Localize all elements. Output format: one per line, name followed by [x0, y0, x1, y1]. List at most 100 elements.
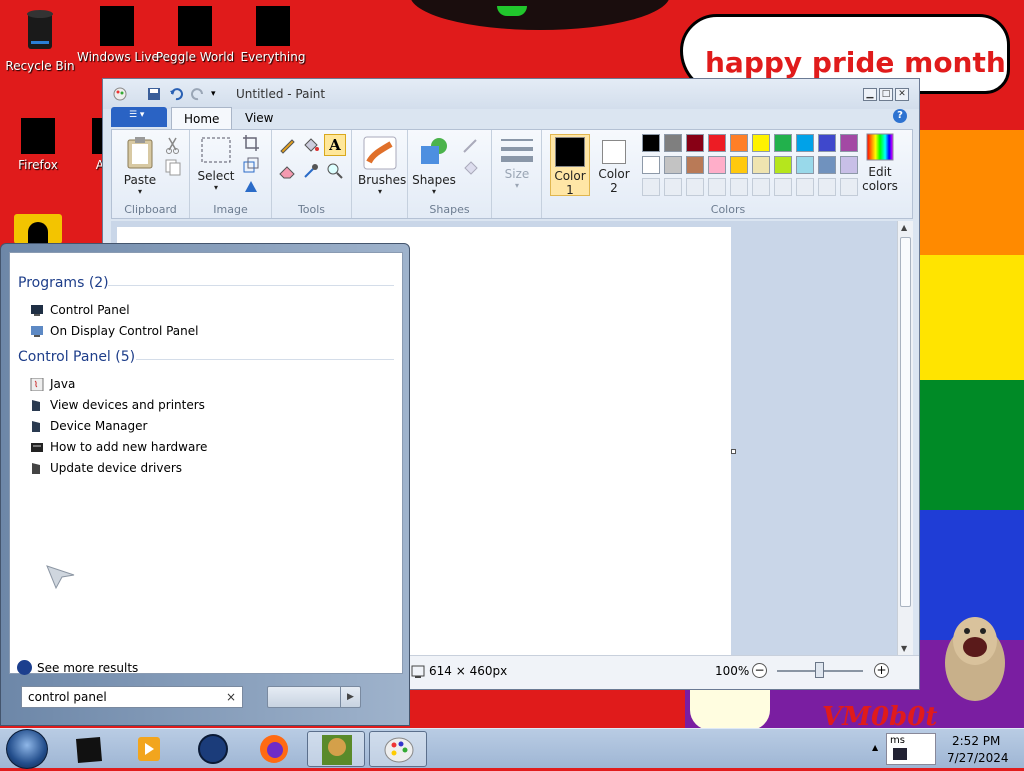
scrollbar-thumb[interactable] [900, 237, 911, 607]
taskbar-app-paint[interactable] [369, 731, 427, 767]
palette-swatch[interactable] [642, 156, 660, 174]
palette-swatch[interactable] [818, 134, 836, 152]
result-on-display-control-panel[interactable]: On Display Control Panel [30, 321, 198, 341]
clock-date[interactable]: 7/27/2024 [947, 751, 1009, 765]
palette-swatch[interactable] [840, 156, 858, 174]
scroll-down-icon[interactable]: ▼ [901, 644, 907, 653]
taskbar-app-globe[interactable] [184, 731, 242, 767]
maximize-button[interactable]: □ [879, 88, 893, 101]
custom-color-slot[interactable] [664, 178, 682, 196]
result-java[interactable]: Java [30, 374, 75, 394]
taskbar-app-firefox[interactable] [245, 731, 303, 767]
tab-view[interactable]: View [233, 107, 285, 129]
desktop-icon-windows-live[interactable]: Windows Live [77, 6, 159, 64]
edit-colors-button[interactable]: Edit colors [858, 132, 902, 193]
shutdown-options-arrow-icon[interactable]: ▶ [340, 687, 360, 707]
copy-icon[interactable] [164, 158, 182, 176]
show-hidden-icons-icon[interactable]: ▲ [872, 743, 878, 752]
custom-color-slot[interactable] [796, 178, 814, 196]
palette-swatch[interactable] [708, 134, 726, 152]
custom-color-slot[interactable] [752, 178, 770, 196]
palette-swatch[interactable] [774, 134, 792, 152]
custom-color-slot[interactable] [686, 178, 704, 196]
close-button[interactable]: ✕ [895, 88, 909, 101]
palette-swatch[interactable] [730, 134, 748, 152]
minimize-button[interactable]: ▁ [863, 88, 877, 101]
fill-shape-icon[interactable] [462, 158, 480, 176]
result-device-manager[interactable]: Device Manager [30, 416, 147, 436]
canvas-resize-handle[interactable] [731, 449, 736, 454]
result-update-device-drivers[interactable]: Update device drivers [30, 458, 182, 478]
palette-swatch[interactable] [686, 156, 704, 174]
outline-icon[interactable] [462, 136, 480, 154]
palette-swatch[interactable] [708, 156, 726, 174]
palette-swatch[interactable] [796, 134, 814, 152]
palette-swatch[interactable] [752, 156, 770, 174]
desktop-icon-partial-2[interactable] [14, 214, 62, 244]
color1-button[interactable]: Color 1 [550, 134, 590, 197]
customize-quick-access-icon[interactable]: ▾ [211, 89, 216, 99]
fill-icon[interactable] [302, 136, 320, 154]
desktop-icon-everything[interactable]: Everything [233, 6, 313, 64]
scroll-up-icon[interactable]: ▲ [901, 223, 907, 232]
palette-swatch[interactable] [642, 134, 660, 152]
undo-icon[interactable] [169, 87, 183, 101]
size-button[interactable]: Size ▾ [498, 136, 536, 190]
zoom-out-button[interactable]: − [752, 663, 767, 678]
tray-app-icon[interactable]: ms [886, 733, 936, 765]
custom-color-slot[interactable] [642, 178, 660, 196]
result-control-panel[interactable]: Control Panel [30, 300, 130, 320]
custom-color-slot[interactable] [818, 178, 836, 196]
start-button[interactable] [6, 729, 48, 769]
palette-swatch[interactable] [664, 156, 682, 174]
paint-menu-button[interactable]: ☰ ▾ [111, 107, 167, 127]
zoom-in-button[interactable]: + [874, 663, 889, 678]
shapes-button[interactable]: Shapes ▾ [412, 136, 456, 196]
palette-swatch[interactable] [730, 156, 748, 174]
custom-color-slot[interactable] [708, 178, 726, 196]
palette-swatch[interactable] [796, 156, 814, 174]
custom-color-slot[interactable] [730, 178, 748, 196]
paint-app-icon[interactable] [113, 87, 127, 101]
desktop-icon-partial[interactable]: A [56, 118, 106, 172]
magnifier-icon[interactable] [326, 162, 344, 180]
tab-home[interactable]: Home [171, 107, 233, 129]
custom-color-slot[interactable] [774, 178, 792, 196]
palette-swatch[interactable] [774, 156, 792, 174]
resize-icon[interactable] [242, 156, 260, 174]
zoom-slider-thumb[interactable] [815, 662, 824, 678]
save-icon[interactable] [147, 87, 161, 101]
shutdown-button[interactable]: ▶ [267, 686, 361, 708]
cut-icon[interactable] [164, 136, 182, 154]
desktop-icon-peggle-world[interactable]: Peggle World [155, 6, 235, 64]
title-bar[interactable]: ▾ Untitled - Paint ▁ □ ✕ [103, 79, 919, 109]
eraser-icon[interactable] [278, 162, 296, 180]
select-button[interactable]: Select ▾ [196, 136, 236, 192]
text-tool-icon[interactable]: A [324, 134, 346, 156]
taskbar-app-media-player[interactable] [120, 731, 178, 767]
search-input[interactable]: control panel × [21, 686, 243, 708]
palette-swatch[interactable] [686, 134, 704, 152]
result-how-to-add-new-hardware[interactable]: How to add new hardware [30, 437, 207, 457]
pencil-icon[interactable] [278, 136, 296, 154]
taskbar-app-terminal[interactable] [60, 731, 118, 767]
clock-time[interactable]: 2:52 PM [952, 734, 1000, 748]
vertical-scrollbar[interactable]: ▲ ▼ [897, 221, 913, 655]
color2-button[interactable]: Color 2 [594, 134, 634, 196]
palette-swatch[interactable] [664, 134, 682, 152]
palette-swatch[interactable] [752, 134, 770, 152]
clear-search-icon[interactable]: × [226, 690, 236, 704]
custom-color-slot[interactable] [840, 178, 858, 196]
crop-icon[interactable] [242, 134, 260, 152]
redo-icon[interactable] [191, 87, 205, 101]
help-icon[interactable]: ? [893, 109, 907, 123]
result-view-devices-and-printers[interactable]: View devices and printers [30, 395, 205, 415]
desktop-icon-recycle-bin[interactable]: Recycle Bin [0, 6, 80, 73]
taskbar-app-game[interactable] [307, 731, 365, 767]
brushes-button[interactable]: Brushes ▾ [358, 136, 406, 196]
color-picker-icon[interactable] [302, 162, 320, 180]
palette-swatch[interactable] [840, 134, 858, 152]
palette-swatch[interactable] [818, 156, 836, 174]
paste-button[interactable]: Paste ▾ [120, 136, 160, 196]
see-more-results-link[interactable]: See more results [17, 660, 138, 675]
